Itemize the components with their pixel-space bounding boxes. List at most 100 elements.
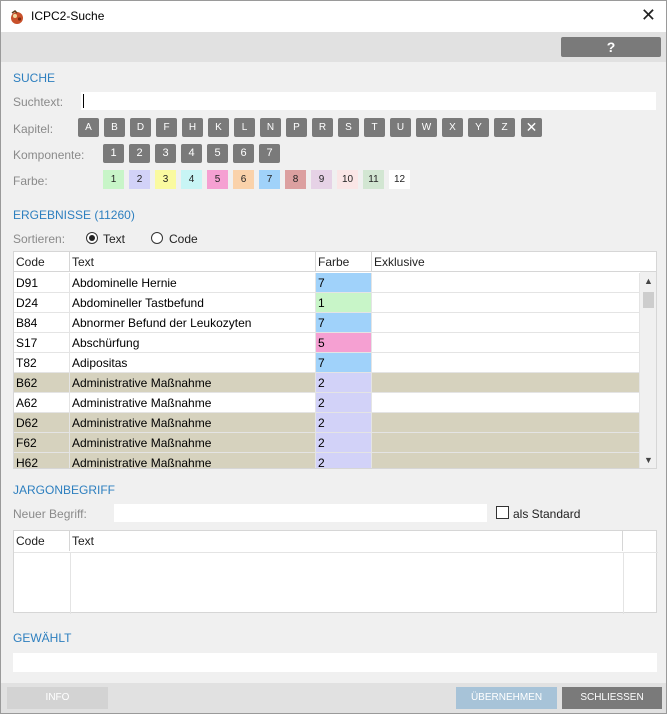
scroll-up-icon[interactable]: ▲ [640,274,656,288]
cell-code: H62 [14,453,70,468]
table-row[interactable]: T82 Adipositas 7 [14,353,640,373]
cell-text: Adipositas [70,353,316,373]
sort-code-radio[interactable] [151,232,163,244]
scroll-thumb[interactable] [643,292,654,308]
jargon-section-title: JARGONBEGRIFF [13,483,116,497]
cell-exklusive [372,273,640,293]
jargon-column-header-text[interactable]: Text [70,531,623,551]
komponente-button-7[interactable]: 7 [259,144,280,163]
cell-code: B84 [14,313,70,333]
results-table: Code Text Farbe Exklusive D91 Abdominelle… [13,251,657,469]
cell-exklusive [372,353,640,373]
cell-code: D24 [14,293,70,313]
table-row[interactable]: B62 Administrative Maßnahme 2 [14,373,640,393]
table-row[interactable]: A62 Administrative Maßnahme 2 [14,393,640,413]
table-row[interactable]: D24 Abdomineller Tastbefund 1 [14,293,640,313]
table-row[interactable]: D62 Administrative Maßnahme 2 [14,413,640,433]
jargon-column-header-code[interactable]: Code [14,531,70,551]
neuer-begriff-label: Neuer Begriff: [13,507,87,521]
uebernehmen-button[interactable]: ÜBERNEHMEN [456,687,557,709]
farbe-button-1[interactable]: 1 [103,170,124,189]
sort-text-radio[interactable] [86,232,98,244]
kapitel-button-d[interactable]: D [130,118,151,137]
column-header-text[interactable]: Text [70,252,316,272]
kapitel-button-u[interactable]: U [390,118,411,137]
cell-code: B62 [14,373,70,393]
farbe-label: Farbe: [13,174,48,188]
column-header-farbe[interactable]: Farbe [316,252,372,272]
cell-exklusive [372,373,640,393]
kapitel-button-l[interactable]: L [234,118,255,137]
cell-text: Abdomineller Tastbefund [70,293,316,313]
help-button[interactable]: ? [561,37,661,57]
cell-exklusive [372,313,640,333]
farbe-button-10[interactable]: 10 [337,170,358,189]
farbe-button-2[interactable]: 2 [129,170,150,189]
scroll-down-icon[interactable]: ▼ [640,453,656,467]
farbe-button-6[interactable]: 6 [233,170,254,189]
komponente-button-6[interactable]: 6 [233,144,254,163]
cell-code: F62 [14,433,70,453]
neuer-begriff-input[interactable] [114,504,487,522]
kapitel-label: Kapitel: [13,122,54,136]
selected-value-field [13,653,657,672]
table-row[interactable]: H62 Administrative Maßnahme 2 [14,453,640,468]
farbe-button-8[interactable]: 8 [285,170,306,189]
cell-exklusive [372,293,640,313]
table-row[interactable]: D91 Abdominelle Hernie 7 [14,273,640,293]
kapitel-button-w[interactable]: W [416,118,437,137]
jargon-column-divider [70,553,71,614]
komponente-button-3[interactable]: 3 [155,144,176,163]
kapitel-button-k[interactable]: K [208,118,229,137]
farbe-button-3[interactable]: 3 [155,170,176,189]
farbe-button-7[interactable]: 7 [259,170,280,189]
kapitel-button-b[interactable]: B [104,118,125,137]
cell-text: Administrative Maßnahme [70,393,316,413]
komponente-button-5[interactable]: 5 [207,144,228,163]
kapitel-button-p[interactable]: P [286,118,307,137]
kapitel-button-s[interactable]: S [338,118,359,137]
text-caret [83,94,84,108]
farbe-button-9[interactable]: 9 [311,170,332,189]
als-standard-checkbox[interactable] [496,506,509,519]
komponente-button-2[interactable]: 2 [129,144,150,163]
sort-text-label[interactable]: Text [103,232,125,246]
cell-farbe: 7 [316,273,372,293]
column-header-code[interactable]: Code [14,252,70,272]
farbe-button-12[interactable]: 12 [389,170,410,189]
kapitel-button-a[interactable]: A [78,118,99,137]
sort-code-label[interactable]: Code [169,232,198,246]
window-title: ICPC2-Suche [31,9,105,23]
kapitel-button-x[interactable]: X [442,118,463,137]
kapitel-button-r[interactable]: R [312,118,333,137]
cell-farbe: 1 [316,293,372,313]
suchtext-input[interactable] [81,92,656,110]
cell-farbe: 2 [316,393,372,413]
als-standard-label[interactable]: als Standard [513,507,580,521]
cell-text: Administrative Maßnahme [70,453,316,468]
kapitel-button-h[interactable]: H [182,118,203,137]
kapitel-button-f[interactable]: F [156,118,177,137]
farbe-button-4[interactable]: 4 [181,170,202,189]
kapitel-button-y[interactable]: Y [468,118,489,137]
kapitel-button-z[interactable]: Z [494,118,515,137]
sort-label: Sortieren: [13,232,66,246]
close-icon[interactable]: ✕ [641,6,656,24]
cell-farbe: 7 [316,313,372,333]
cell-exklusive [372,333,640,353]
table-row[interactable]: S17 Abschürfung 5 [14,333,640,353]
komponente-button-1[interactable]: 1 [103,144,124,163]
table-row[interactable]: F62 Administrative Maßnahme 2 [14,433,640,453]
clear-kapitel-button[interactable]: ✕ [521,118,542,137]
komponente-button-4[interactable]: 4 [181,144,202,163]
column-header-exklusive[interactable]: Exklusive [372,252,656,272]
farbe-button-11[interactable]: 11 [363,170,384,189]
schliessen-button[interactable]: SCHLIESSEN [562,687,662,709]
table-row[interactable]: B84 Abnormer Befund der Leukozyten 7 [14,313,640,333]
results-scrollbar[interactable]: ▲ ▼ [640,272,656,468]
kapitel-button-t[interactable]: T [364,118,385,137]
kapitel-button-n[interactable]: N [260,118,281,137]
info-button[interactable]: INFO [7,687,108,709]
selected-section-title: GEWÄHLT [13,631,72,645]
farbe-button-5[interactable]: 5 [207,170,228,189]
